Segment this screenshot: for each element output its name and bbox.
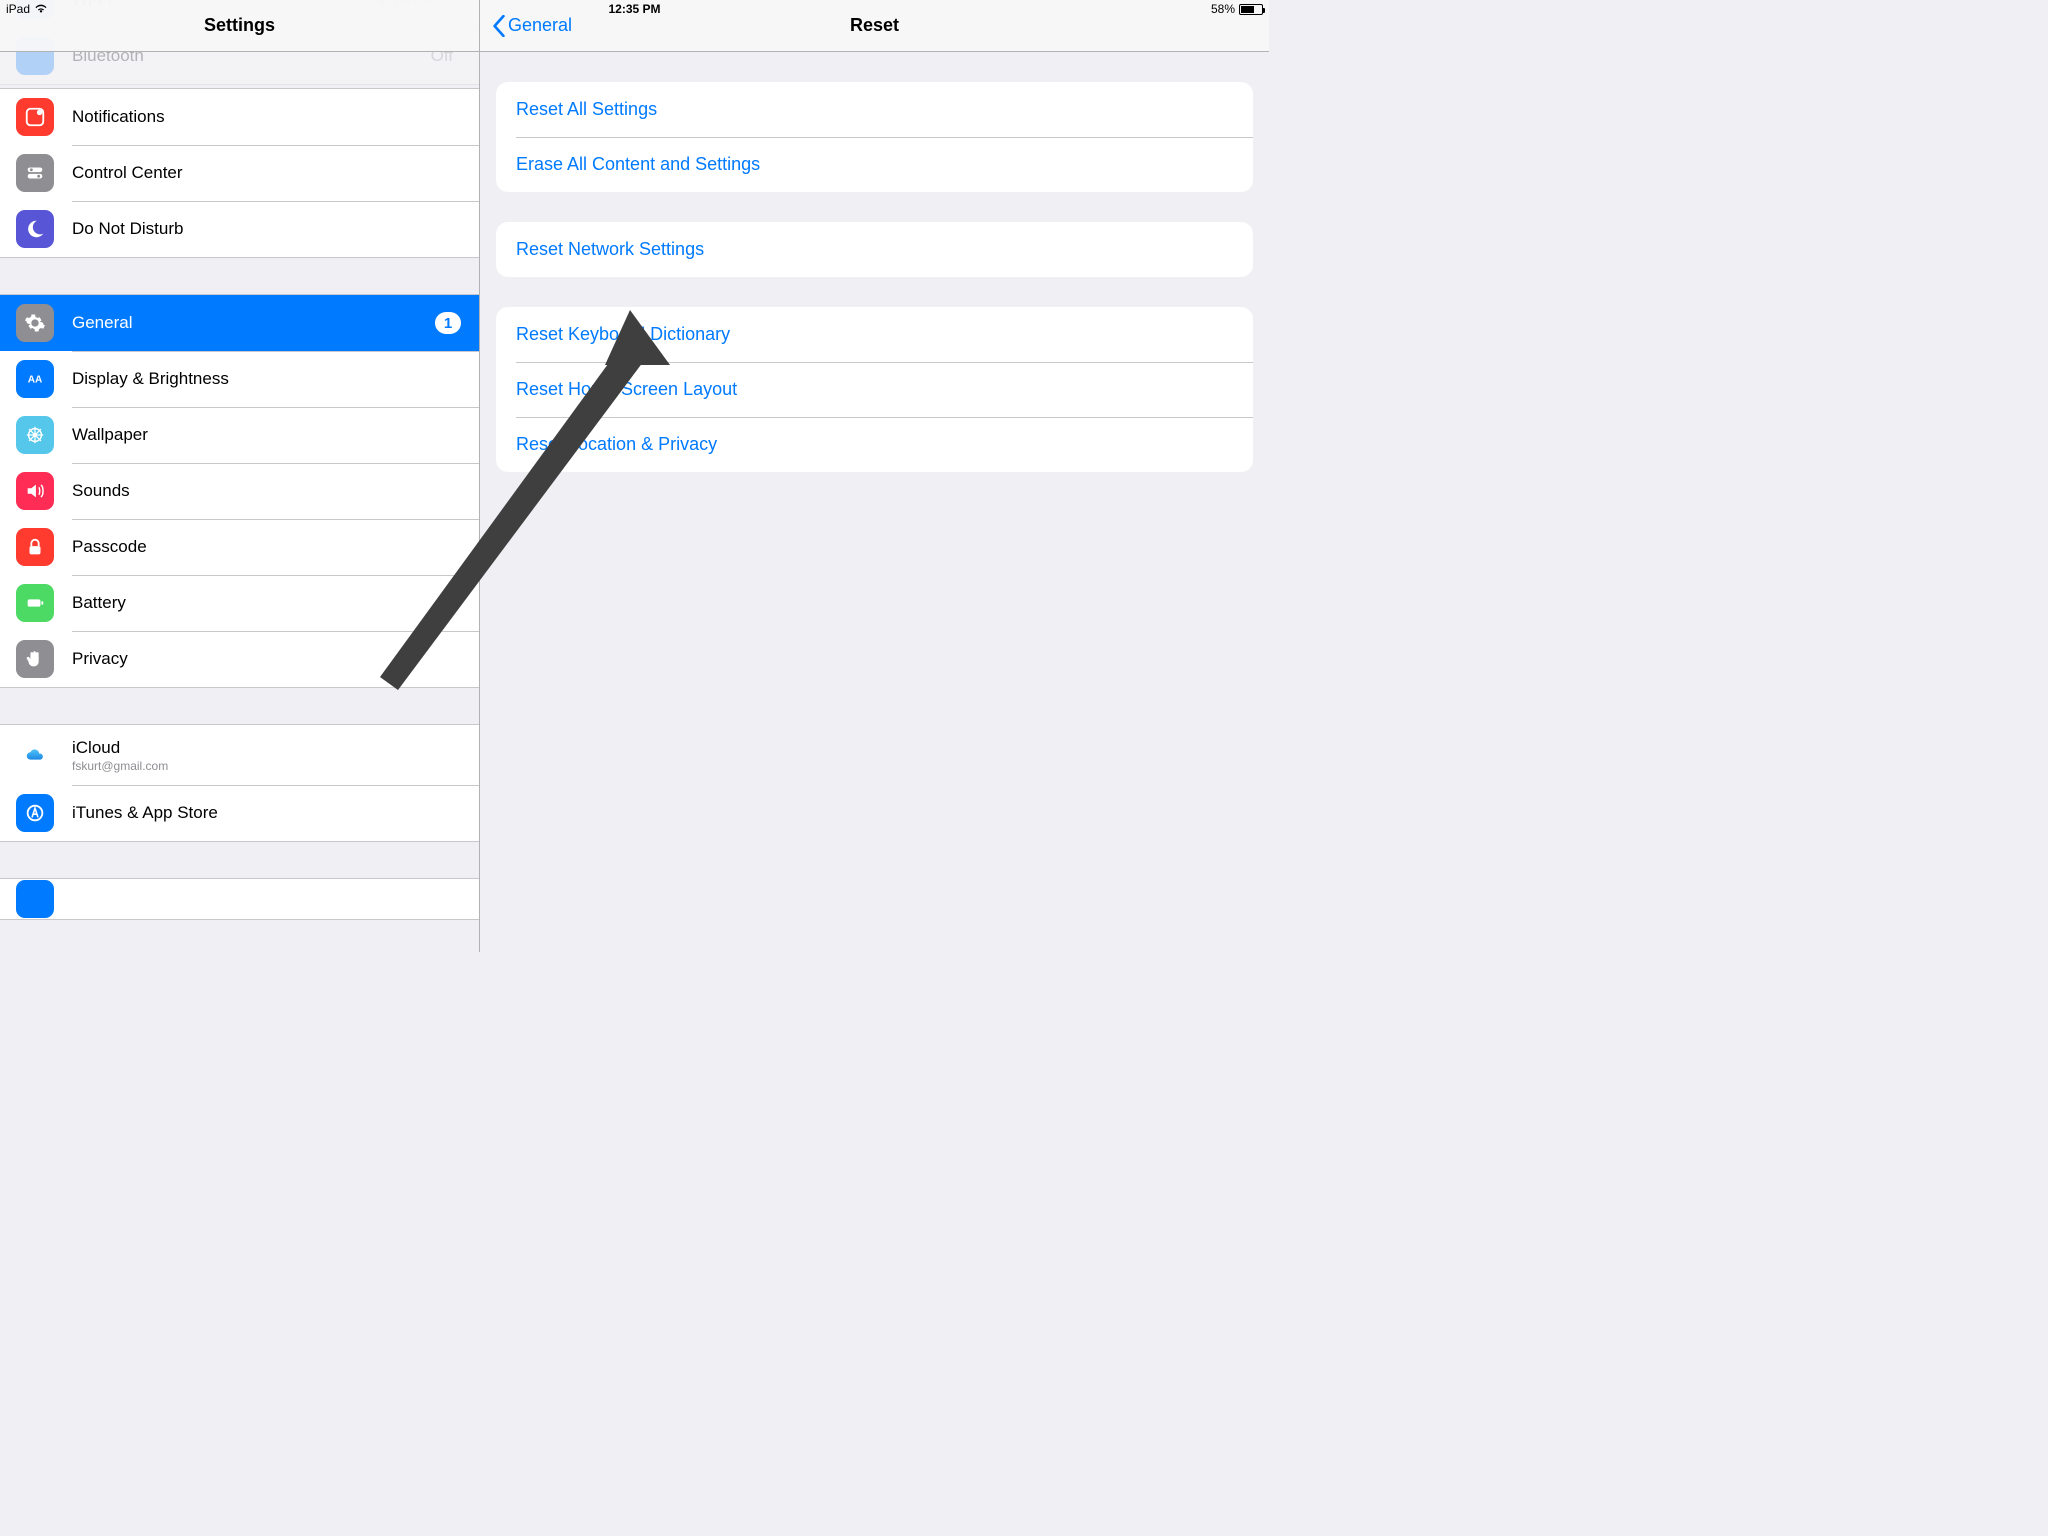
- sidebar-item-next[interactable]: [0, 879, 479, 919]
- row-label: Reset All Settings: [516, 99, 657, 120]
- sidebar-item-label: Display & Brightness: [72, 369, 479, 389]
- wifi-icon: [34, 2, 48, 16]
- sidebar-item-wallpaper[interactable]: Wallpaper: [0, 407, 479, 463]
- reset-network-settings[interactable]: Reset Network Settings: [496, 222, 1253, 277]
- battery-icon: [1239, 4, 1263, 15]
- sidebar-group-1: Notifications Control Center Do Not Dist…: [0, 88, 479, 258]
- battery-icon: [16, 584, 54, 622]
- erase-all-content[interactable]: Erase All Content and Settings: [496, 137, 1253, 192]
- sidebar-item-label: Control Center: [72, 163, 479, 183]
- reset-location-privacy[interactable]: Reset Location & Privacy: [496, 417, 1253, 472]
- sidebar-item-label: Sounds: [72, 481, 479, 501]
- sidebar-item-label: Battery: [72, 593, 479, 613]
- reset-section-1: Reset All Settings Erase All Content and…: [496, 82, 1253, 192]
- sidebar-item-battery[interactable]: Battery: [0, 575, 479, 631]
- row-label: Reset Network Settings: [516, 239, 704, 260]
- hand-icon: [16, 640, 54, 678]
- sidebar-item-label: Wallpaper: [72, 425, 479, 445]
- next-icon: [16, 880, 54, 918]
- row-label: Erase All Content and Settings: [516, 154, 760, 175]
- detail-pane: General Reset Reset All Settings Erase A…: [480, 0, 1269, 952]
- row-label: Reset Location & Privacy: [516, 434, 717, 455]
- sidebar-item-do-not-disturb[interactable]: Do Not Disturb: [0, 201, 479, 257]
- status-device: iPad: [6, 2, 30, 16]
- settings-sidebar: Wi-Fi superhero Bluetooth Off Settings: [0, 0, 480, 952]
- appstore-icon: [16, 794, 54, 832]
- sidebar-item-label: General: [72, 313, 435, 333]
- sidebar-item-general[interactable]: General 1: [0, 295, 479, 351]
- sidebar-group-2: General 1 AA Display & Brightness Wallp: [0, 294, 479, 688]
- cloud-icon: [16, 736, 54, 774]
- sidebar-item-privacy[interactable]: Privacy: [0, 631, 479, 687]
- sidebar-item-notifications[interactable]: Notifications: [0, 89, 479, 145]
- reset-all-settings[interactable]: Reset All Settings: [496, 82, 1253, 137]
- display-icon: AA: [16, 360, 54, 398]
- status-bar: iPad 12:35 PM 58%: [0, 0, 1269, 20]
- sidebar-item-icloud[interactable]: iCloud fskurt@gmail.com: [0, 725, 479, 785]
- sidebar-item-sounds[interactable]: Sounds: [0, 463, 479, 519]
- status-battery-pct: 58%: [1211, 2, 1235, 16]
- sidebar-item-label: Do Not Disturb: [72, 219, 479, 239]
- sidebar-item-label: Privacy: [72, 649, 479, 669]
- svg-text:AA: AA: [28, 375, 43, 386]
- sidebar-group-3: iCloud fskurt@gmail.com iTunes & App Sto…: [0, 724, 479, 842]
- reset-keyboard-dictionary[interactable]: Reset Keyboard Dictionary: [496, 307, 1253, 362]
- sounds-icon: [16, 472, 54, 510]
- moon-icon: [16, 210, 54, 248]
- sidebar-item-label: Passcode: [72, 537, 479, 557]
- sidebar-item-label: iTunes & App Store: [72, 803, 479, 823]
- control-center-icon: [16, 154, 54, 192]
- row-label: Reset Home Screen Layout: [516, 379, 737, 400]
- sidebar-badge: 1: [435, 312, 461, 334]
- notifications-icon: [16, 98, 54, 136]
- reset-home-screen-layout[interactable]: Reset Home Screen Layout: [496, 362, 1253, 417]
- icloud-subtitle: fskurt@gmail.com: [72, 759, 479, 773]
- row-label: Reset Keyboard Dictionary: [516, 324, 730, 345]
- sidebar-group-4: [0, 878, 479, 920]
- sidebar-item-label: iCloud: [72, 738, 479, 758]
- sidebar-item-display-brightness[interactable]: AA Display & Brightness: [0, 351, 479, 407]
- reset-section-3: Reset Keyboard Dictionary Reset Home Scr…: [496, 307, 1253, 472]
- sidebar-item-itunes-appstore[interactable]: iTunes & App Store: [0, 785, 479, 841]
- sidebar-item-label: Notifications: [72, 107, 479, 127]
- sidebar-item-control-center[interactable]: Control Center: [0, 145, 479, 201]
- lock-icon: [16, 528, 54, 566]
- sidebar-item-passcode[interactable]: Passcode: [0, 519, 479, 575]
- reset-section-2: Reset Network Settings: [496, 222, 1253, 277]
- wallpaper-icon: [16, 416, 54, 454]
- gear-icon: [16, 304, 54, 342]
- status-time: 12:35 PM: [608, 2, 660, 16]
